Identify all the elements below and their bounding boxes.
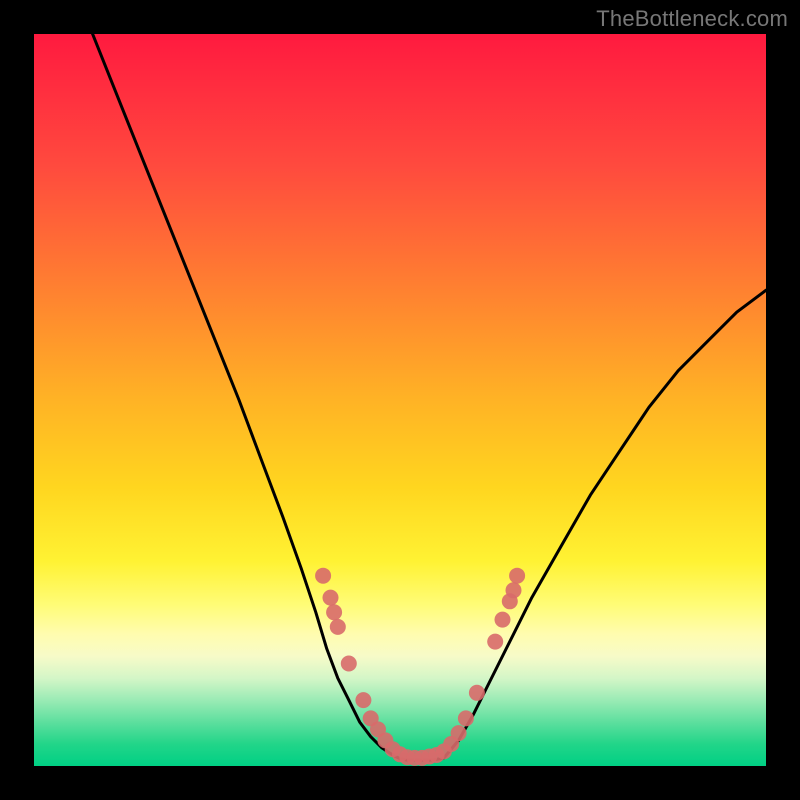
marker-dot: [326, 604, 342, 620]
marker-dot: [509, 568, 525, 584]
chart-svg: [34, 34, 766, 766]
marker-dot: [330, 619, 346, 635]
marker-dot: [506, 582, 522, 598]
marker-dot: [487, 634, 503, 650]
marker-dot: [323, 590, 339, 606]
marker-dot: [355, 692, 371, 708]
marker-dot: [315, 568, 331, 584]
marker-dot: [469, 685, 485, 701]
marker-points: [315, 568, 525, 766]
marker-dot: [451, 725, 467, 741]
plot-area: [34, 34, 766, 766]
marker-dot: [341, 656, 357, 672]
chart-frame: TheBottleneck.com: [0, 0, 800, 800]
marker-dot: [495, 612, 511, 628]
marker-dot: [458, 710, 474, 726]
bottleneck-curve: [93, 34, 766, 760]
curve-path: [93, 34, 766, 760]
watermark-text: TheBottleneck.com: [596, 6, 788, 32]
